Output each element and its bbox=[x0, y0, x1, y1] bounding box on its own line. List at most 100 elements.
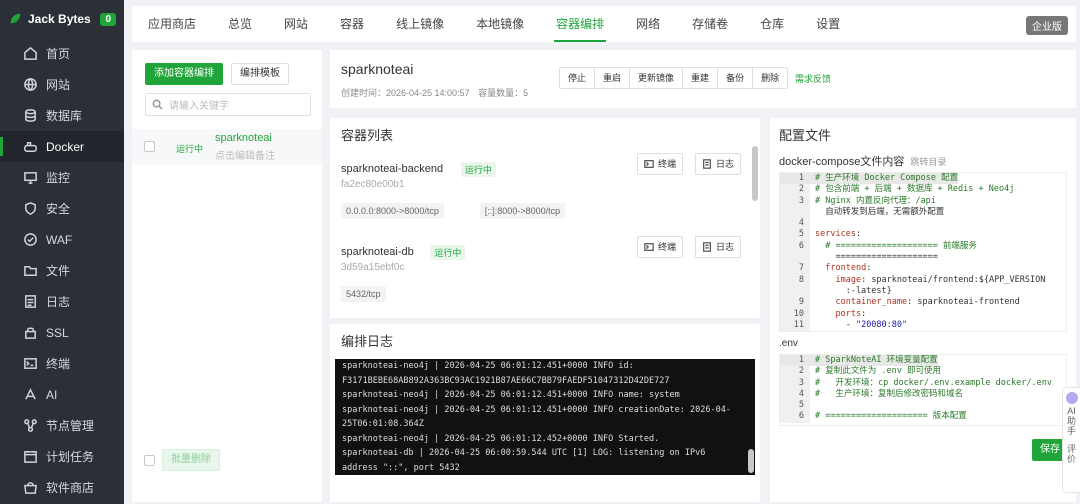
log-line: sparknoteai-db | 2026-04-25 06:00:59.544… bbox=[342, 448, 711, 473]
log-scrollbar[interactable] bbox=[748, 449, 754, 473]
log-terminal[interactable]: sparknoteai-neo4j | 2026-04-25 06:01:12.… bbox=[335, 359, 755, 475]
log-panel: 编排日志 sparknoteai-neo4j | 2026-04-25 06:0… bbox=[330, 324, 760, 502]
sidebar-item-0[interactable]: 首页 bbox=[0, 38, 124, 69]
project-search-input[interactable]: 请输入关键字 bbox=[145, 93, 311, 116]
sidebar-item-label: 终端 bbox=[46, 357, 71, 371]
log-line: sparknoteai-neo4j | 2026-04-25 06:01:12.… bbox=[342, 433, 660, 444]
assistant-float[interactable]: AI助手 评价 bbox=[1062, 387, 1080, 493]
project-actions: 停止 重启 更新镜像 重建 备份 删除 bbox=[559, 67, 789, 89]
log-button[interactable]: 日志 bbox=[695, 153, 742, 175]
config-title: 配置文件 bbox=[779, 128, 832, 143]
sidebar-item-3[interactable]: Docker bbox=[0, 131, 124, 162]
action-button-1[interactable]: 重启 bbox=[595, 67, 631, 89]
tab-0[interactable]: 应用商店 bbox=[132, 6, 212, 42]
compose-editor[interactable]: 1 # 生产环境 Docker Compose 配置 2 # 包含前端 + 后端 + … bbox=[779, 172, 1067, 332]
sidebar-item-10[interactable]: 终端 bbox=[0, 348, 124, 379]
brand[interactable]: Jack Bytes 0 bbox=[0, 0, 124, 38]
terminal-button-label: 终端 bbox=[658, 242, 677, 252]
code-line: 3 # 开发环境：cp docker/.env.example docker/.e… bbox=[780, 377, 1066, 389]
line-number: 8 bbox=[780, 274, 810, 286]
sidebar-item-2[interactable]: 数据库 bbox=[0, 100, 124, 131]
action-button-0[interactable]: 停止 bbox=[559, 67, 596, 89]
code-line: 自动转发到后端，无需额外配置 bbox=[780, 206, 1066, 219]
sidebar-item-label: 节点管理 bbox=[46, 419, 95, 433]
tab-8[interactable]: 存储卷 bbox=[676, 6, 744, 42]
project-checkbox[interactable] bbox=[144, 141, 155, 152]
line-number: 7 bbox=[780, 263, 810, 275]
add-compose-button[interactable]: 添加容器编排 bbox=[145, 63, 223, 85]
sidebar-item-12[interactable]: 节点管理 bbox=[0, 410, 124, 441]
select-all-checkbox[interactable] bbox=[144, 455, 155, 466]
tab-2[interactable]: 网站 bbox=[268, 6, 324, 42]
code-text: :-latest} bbox=[815, 285, 892, 296]
container-list-scrollbar[interactable] bbox=[752, 146, 758, 201]
log-line: sparknoteai-neo4j | 2026-04-25 06:01:12.… bbox=[342, 361, 670, 386]
sidebar-item-4[interactable]: 监控 bbox=[0, 162, 124, 193]
log-line: sparknoteai-neo4j | 2026-04-25 06:01:12.… bbox=[342, 404, 731, 430]
line-number: 10 bbox=[780, 308, 810, 320]
ai-assistant-label[interactable]: AI助手 bbox=[1063, 406, 1080, 436]
action-button-3[interactable]: 重建 bbox=[683, 67, 719, 89]
sidebar-item-label: 日志 bbox=[46, 295, 71, 309]
line-number: 4 bbox=[780, 388, 810, 401]
batch-delete-button[interactable]: 批量删除 bbox=[162, 449, 220, 471]
sidebar-item-label: SSL bbox=[46, 325, 69, 340]
compose-label-text: docker-compose文件内容 bbox=[779, 156, 905, 168]
sidebar-item-6[interactable]: WAF bbox=[0, 224, 124, 255]
terminal-button-label: 终端 bbox=[658, 159, 677, 169]
tab-5[interactable]: 本地镜像 bbox=[460, 6, 540, 42]
env-editor[interactable]: 1 # SparkNoteAI 环境变量配置 2 # 复制此文件为 .env 即可使用… bbox=[779, 354, 1067, 426]
sidebar-item-11[interactable]: AI bbox=[0, 379, 124, 410]
action-button-2[interactable]: 更新镜像 bbox=[630, 67, 684, 89]
sidebar-item-9[interactable]: SSL bbox=[0, 317, 124, 348]
enterprise-badge[interactable]: 企业版 bbox=[1026, 16, 1068, 35]
log-button[interactable]: 日志 bbox=[695, 236, 742, 258]
code-line: 6 # ==================== 版本配置 bbox=[780, 411, 1066, 423]
sidebar-item-7[interactable]: 文件 bbox=[0, 255, 124, 286]
tab-10[interactable]: 设置 bbox=[800, 6, 856, 42]
sidebar-item-5[interactable]: 安全 bbox=[0, 193, 124, 224]
tab-4[interactable]: 线上镜像 bbox=[380, 6, 460, 42]
terminal-icon bbox=[644, 160, 654, 168]
search-icon bbox=[152, 99, 163, 110]
review-label[interactable]: 评价 bbox=[1063, 444, 1080, 464]
terminal-button[interactable]: 终端 bbox=[637, 236, 684, 258]
container-port: [::]:8000->8000/tcp bbox=[479, 203, 566, 219]
terminal-icon bbox=[22, 356, 38, 372]
container-count: 容量数量：5 bbox=[478, 88, 529, 98]
store-icon bbox=[22, 480, 38, 496]
sidebar-item-8[interactable]: 日志 bbox=[0, 286, 124, 317]
code-text: # 包含前端 + 后端 + 数据库 + Redis + Neo4j bbox=[815, 184, 1015, 195]
tab-7[interactable]: 网络 bbox=[620, 6, 676, 42]
code-line: 5 bbox=[780, 400, 1066, 412]
code-line: 4 bbox=[780, 218, 1066, 230]
container-port: 5432/tcp bbox=[341, 286, 386, 302]
code-line: 5 services: bbox=[780, 229, 1066, 241]
project-title: sparknoteai bbox=[341, 61, 414, 77]
jump-dir-link[interactable]: 跳转目录 bbox=[910, 157, 946, 167]
action-button-4[interactable]: 备份 bbox=[718, 67, 754, 89]
project-name[interactable]: sparknoteai bbox=[215, 132, 272, 144]
tab-1[interactable]: 总览 bbox=[212, 6, 268, 42]
notification-badge[interactable]: 0 bbox=[100, 12, 116, 26]
ai-assistant-icon bbox=[1065, 392, 1078, 404]
sidebar-item-14[interactable]: 软件商店 bbox=[0, 472, 124, 503]
action-button-5[interactable]: 删除 bbox=[753, 67, 789, 89]
line-number: 2 bbox=[780, 184, 810, 196]
tab-9[interactable]: 仓库 bbox=[744, 6, 800, 42]
sidebar-item-13[interactable]: 计划任务 bbox=[0, 441, 124, 472]
container-name: sparknoteai-db bbox=[341, 246, 414, 258]
log-line: sparknoteai-neo4j | 2026-04-25 06:01:12.… bbox=[342, 390, 680, 400]
container-status: 运行中 bbox=[460, 162, 496, 177]
tab-6[interactable]: 容器编排 bbox=[540, 6, 620, 42]
project-note[interactable]: 点击编辑备注 bbox=[215, 147, 275, 162]
feedback-link[interactable]: 需求反馈 bbox=[795, 72, 831, 85]
terminal-button[interactable]: 终端 bbox=[637, 153, 684, 175]
tab-3[interactable]: 容器 bbox=[324, 6, 380, 42]
code-text: # ==================== 前端服务 bbox=[815, 240, 977, 251]
line-number: 3 bbox=[780, 195, 810, 207]
compose-template-button[interactable]: 编排模板 bbox=[231, 63, 289, 85]
sidebar-item-1[interactable]: 网站 bbox=[0, 69, 124, 100]
project-row[interactable]: 运行中 sparknoteai 点击编辑备注 bbox=[132, 129, 322, 165]
code-line: 1 # SparkNoteAI 环境变量配置 bbox=[780, 355, 1066, 367]
